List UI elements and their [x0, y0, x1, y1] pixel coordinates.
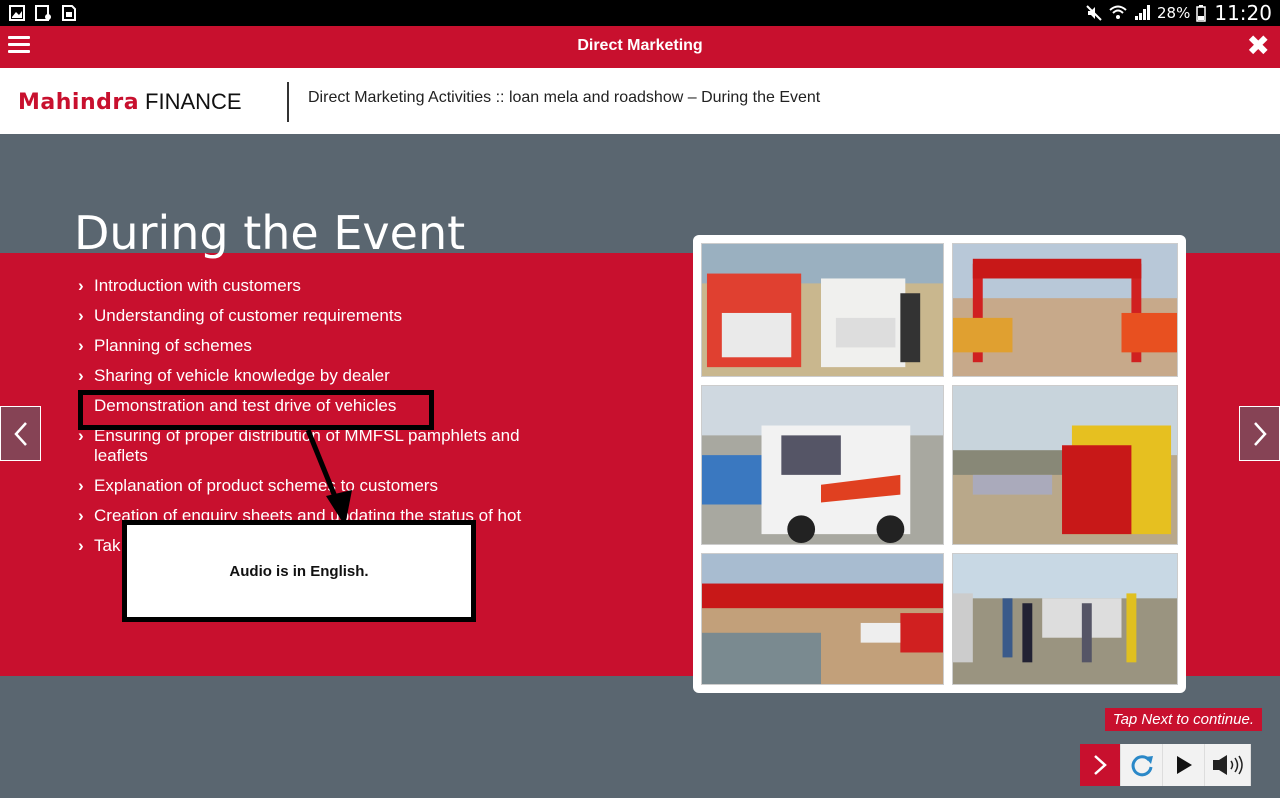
- sim-icon: [62, 5, 76, 21]
- mahindra-finance-logo: Mahindra FINANCE: [18, 89, 242, 115]
- chevron-right-icon: ›: [78, 306, 84, 325]
- replay-icon: [1131, 755, 1153, 777]
- list-item: › Planning of schemes: [78, 336, 252, 355]
- list-item: › Understanding of customer requirements: [78, 306, 403, 325]
- replay-button[interactable]: [1121, 744, 1163, 786]
- chevron-right-icon: ›: [78, 336, 84, 355]
- gallery-icon: [9, 5, 25, 21]
- chevron-right-icon: ›: [78, 276, 84, 295]
- signal-icon: [1135, 5, 1151, 20]
- photo-vehicle-lineup: [952, 385, 1178, 545]
- breadcrumb: Direct Marketing Activities :: loan mela…: [308, 89, 821, 106]
- photo-jeeps: [701, 243, 944, 377]
- play-icon: [1176, 756, 1192, 774]
- slide-title: During the Event: [74, 206, 466, 260]
- battery-icon: [1196, 5, 1207, 22]
- audio-language-popup: Audio is in English.: [122, 520, 476, 622]
- popup-text: Audio is in English.: [229, 562, 369, 580]
- list-item: › Introduction with customers: [78, 276, 301, 295]
- close-icon[interactable]: ✖: [1247, 31, 1270, 61]
- photo-gate: [952, 243, 1178, 377]
- chevron-right-icon: [1094, 755, 1107, 775]
- chevron-left-icon: [13, 421, 27, 446]
- slide-canvas: During the Event › Introduction with cust…: [0, 134, 1280, 798]
- logo-brand: Mahindra: [18, 89, 140, 115]
- next-slide-button[interactable]: [1239, 406, 1280, 461]
- volume-icon: [1212, 755, 1243, 775]
- logo-bar: Mahindra FINANCE Direct Marketing Activi…: [0, 68, 1280, 134]
- player-controls: [1080, 744, 1251, 786]
- list-item: › Explanation of product schemes to custo…: [78, 476, 438, 495]
- chevron-right-icon: ›: [78, 536, 84, 555]
- photo-collage: [693, 235, 1186, 693]
- clock: 11:20: [1214, 1, 1272, 25]
- list-item: › Ensuring of proper distribution of MMFS…: [78, 426, 520, 465]
- app-bar: Direct Marketing ✖: [0, 26, 1280, 68]
- battery-percent: 28%: [1157, 4, 1191, 22]
- play-button[interactable]: [1163, 744, 1205, 786]
- app-title: Direct Marketing: [577, 37, 703, 54]
- chevron-right-icon: [1253, 421, 1267, 446]
- photo-test-drive-truck: [701, 385, 944, 545]
- next-button[interactable]: [1080, 744, 1121, 786]
- photo-stalls: [701, 553, 944, 685]
- chevron-right-icon: ›: [78, 506, 84, 525]
- wifi-icon: [1109, 5, 1127, 19]
- highlight-box: [78, 390, 434, 430]
- photo-crowd: [952, 553, 1178, 685]
- mute-icon: [1086, 5, 1102, 21]
- logo-suffix: FINANCE: [145, 89, 242, 114]
- status-bar: 28% 11:20: [0, 0, 1280, 26]
- previous-slide-button[interactable]: [0, 406, 41, 461]
- volume-button[interactable]: [1205, 744, 1251, 786]
- screenshot-icon: [35, 5, 51, 21]
- chevron-right-icon: ›: [78, 476, 84, 495]
- chevron-right-icon: ›: [78, 366, 84, 385]
- list-item: › Sharing of vehicle knowledge by dealer: [78, 366, 390, 385]
- header-divider: [287, 82, 289, 122]
- tap-next-hint: Tap Next to continue.: [1104, 708, 1262, 731]
